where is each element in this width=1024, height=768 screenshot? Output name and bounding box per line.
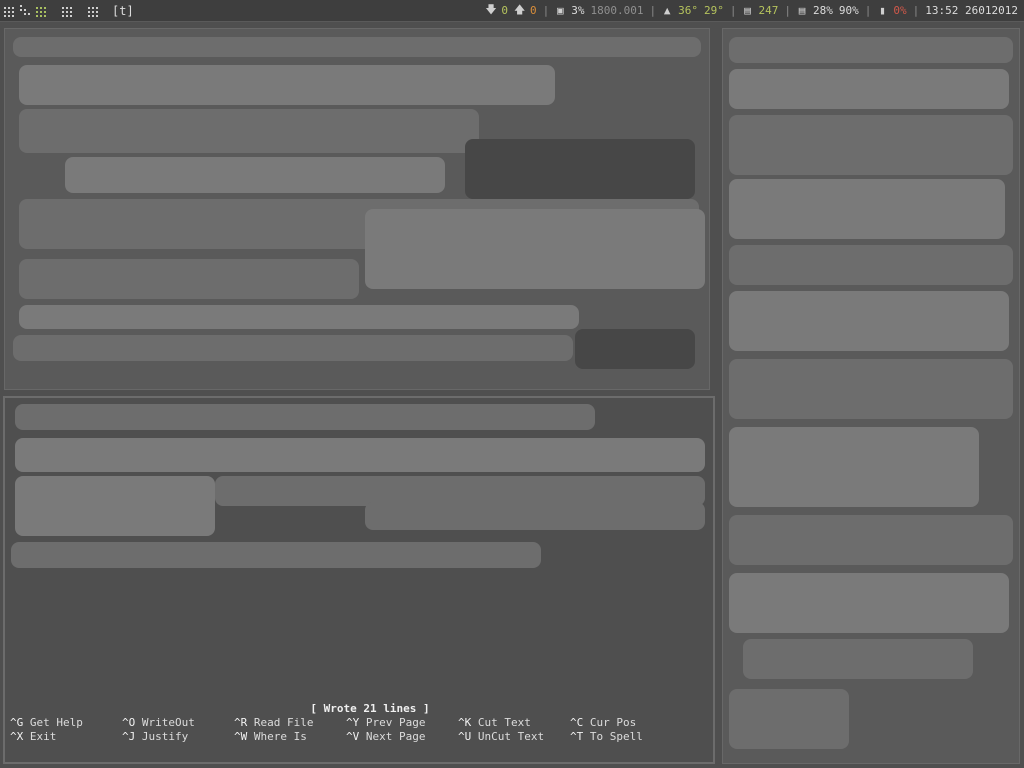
upload-arrow-icon: 🡅: [514, 3, 526, 16]
shortcut-justify[interactable]: ^J Justify: [122, 730, 234, 744]
cpu-frequency: 1800.001: [590, 4, 644, 17]
memory-value: 247: [758, 4, 779, 17]
blurred-gap: [465, 139, 695, 199]
blurred-text-line: [729, 245, 1013, 285]
tag-1-icon[interactable]: [4, 5, 16, 17]
blurred-text-line: [729, 427, 979, 507]
top-status-bar: [t] 🡇 0 🡅 0 | ▣ 3% 1800.001 | ▲ 36° 29° …: [0, 0, 1024, 22]
download-value: 0: [501, 4, 509, 17]
blurred-text-line: [729, 515, 1013, 565]
disk-usage-1: 28%: [813, 4, 833, 17]
workspace-tags: [t]: [0, 4, 134, 18]
blurred-text-line: [13, 37, 701, 57]
system-status: 🡇 0 🡅 0 | ▣ 3% 1800.001 | ▲ 36° 29° | ▤ …: [485, 1, 1024, 20]
blurred-text-line: [729, 573, 1009, 633]
upload-value: 0: [530, 4, 537, 17]
clock: 13:52 26012012: [925, 4, 1018, 17]
shortcut-row-1: ^G Get Help ^O WriteOut ^R Read File ^Y …: [10, 716, 710, 730]
cpu-icon: ▣: [556, 4, 564, 17]
tag-2-icon[interactable]: [20, 4, 32, 17]
thermometer-icon: ▲: [663, 4, 671, 17]
divider: |: [784, 4, 792, 17]
terminal-pane-top-left[interactable]: [4, 28, 710, 390]
shortcut-get-help[interactable]: ^G Get Help: [10, 716, 122, 730]
blurred-text-line: [13, 335, 573, 361]
blurred-text-line: [729, 179, 1005, 239]
blurred-text-line: [365, 209, 705, 289]
nano-footer: [ Wrote 21 lines ] ^G Get Help ^O WriteO…: [10, 702, 710, 744]
shortcut-prev-page[interactable]: ^Y Prev Page: [346, 716, 458, 730]
blurred-gap: [575, 329, 695, 369]
blurred-text-line: [19, 305, 579, 329]
shortcut-row-2: ^X Exit ^J Justify ^W Where Is ^V Next P…: [10, 730, 710, 744]
shortcut-writeout[interactable]: ^O WriteOut: [122, 716, 234, 730]
shortcut-cut-text[interactable]: ^K Cut Text: [458, 716, 570, 730]
blurred-text-line: [729, 689, 849, 749]
shortcut-uncut-text[interactable]: ^U UnCut Text: [458, 730, 570, 744]
shortcut-exit[interactable]: ^X Exit: [10, 730, 122, 744]
battery-icon: ▮: [879, 4, 886, 17]
divider: |: [912, 4, 920, 17]
nano-status-message: [ Wrote 21 lines ]: [310, 702, 430, 715]
blurred-text-line: [729, 69, 1009, 109]
shortcut-next-page[interactable]: ^V Next Page: [346, 730, 458, 744]
blurred-text-line: [729, 37, 1013, 63]
blurred-text-line: [743, 639, 973, 679]
tag-5-icon[interactable]: [88, 5, 100, 17]
disk-icon: ▤: [798, 4, 806, 17]
layout-indicator[interactable]: [t]: [112, 4, 134, 18]
blurred-text-line: [729, 291, 1009, 351]
blurred-text-line: [19, 259, 359, 299]
temperature-2: 29°: [704, 4, 724, 17]
terminal-pane-right[interactable]: [722, 28, 1020, 764]
blurred-text-line: [729, 115, 1013, 175]
blurred-text-line: [19, 109, 479, 153]
cpu-percent: 3%: [571, 4, 585, 17]
blurred-text-line: [11, 542, 541, 568]
memory-icon: ▤: [744, 4, 751, 17]
disk-usage-2: 90%: [838, 4, 859, 17]
blurred-text-line: [729, 359, 1013, 419]
blurred-text-line: [365, 502, 705, 530]
blurred-text-line: [15, 438, 705, 472]
battery-value: 0%: [893, 4, 907, 17]
tag-4-icon[interactable]: [62, 5, 74, 17]
blurred-text-line: [15, 404, 595, 430]
divider: |: [542, 4, 550, 17]
divider: |: [864, 4, 872, 17]
shortcut-to-spell[interactable]: ^T To Spell: [570, 730, 682, 744]
shortcut-where-is[interactable]: ^W Where Is: [234, 730, 346, 744]
shortcut-read-file[interactable]: ^R Read File: [234, 716, 346, 730]
temperature-1: 36°: [678, 4, 699, 17]
blurred-text-line: [15, 476, 215, 536]
divider: |: [649, 4, 657, 17]
blurred-text-line: [19, 65, 555, 105]
divider: |: [729, 4, 737, 17]
tag-3-active-icon[interactable]: [36, 5, 48, 17]
blurred-text-line: [65, 157, 445, 193]
download-arrow-icon: 🡇: [485, 3, 497, 16]
shortcut-cur-pos[interactable]: ^C Cur Pos: [570, 716, 682, 730]
